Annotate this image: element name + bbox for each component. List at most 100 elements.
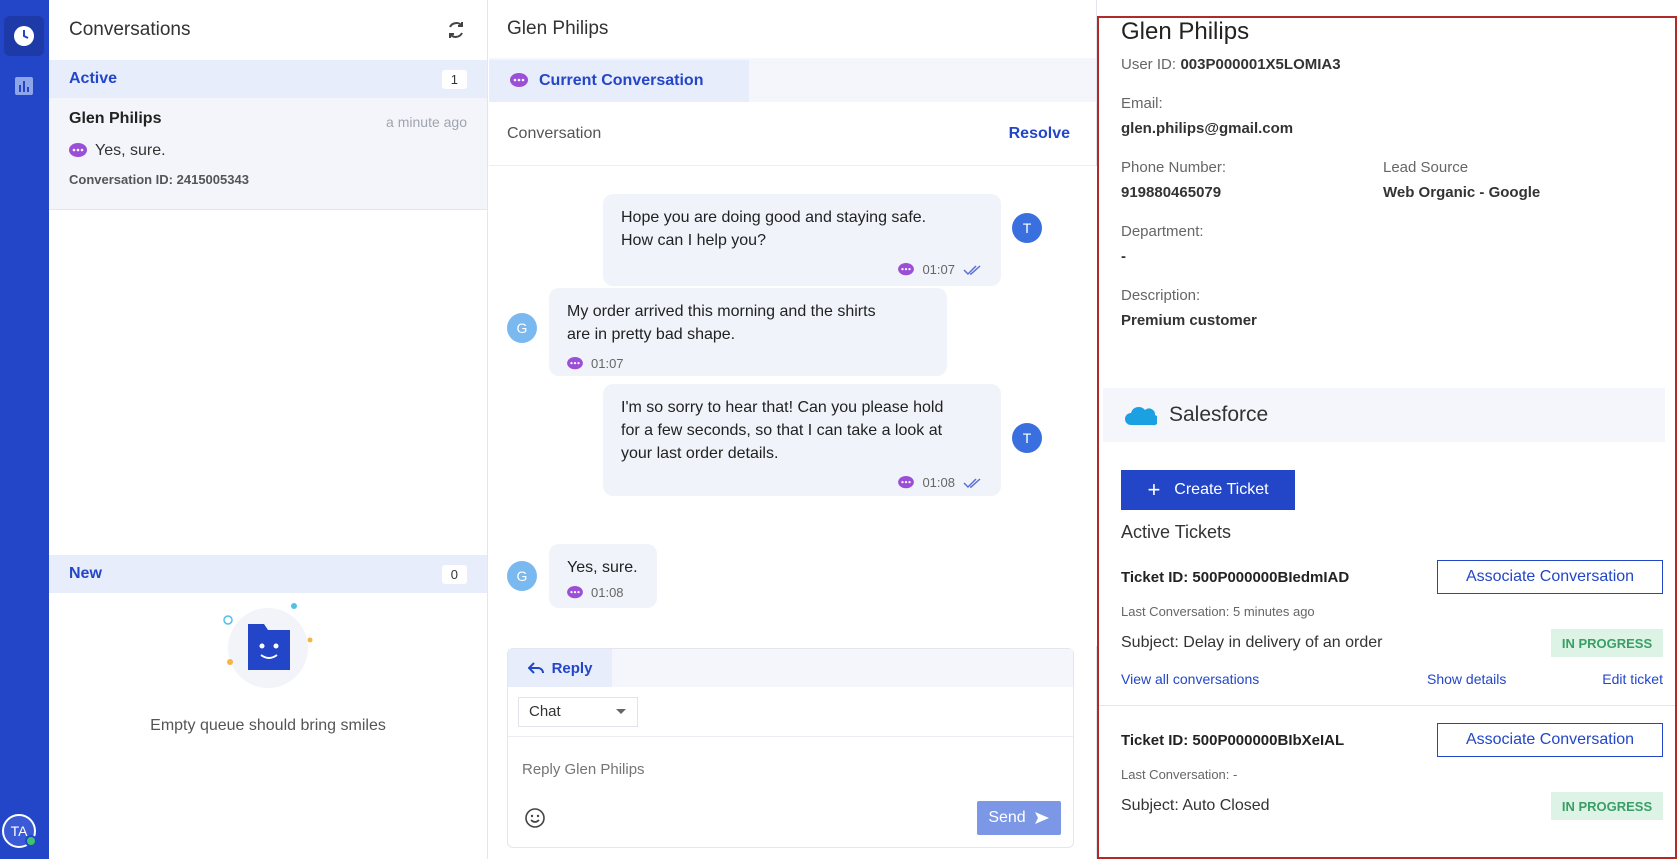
active-label: Active [69,70,118,87]
user-id-row: User ID: 003P000001X5LOMIA3 [1121,56,1341,74]
chat-bubble-icon [567,585,583,598]
status-badge: IN PROGRESS [1551,792,1663,820]
new-section-header[interactable]: New 0 [49,555,487,593]
active-section-header[interactable]: Active 1 [49,60,487,98]
email-value: glen.philips@gmail.com [1121,120,1294,137]
ticket-last-conversation: Last Conversation: 5 minutes ago [1121,604,1315,619]
tab-current-conversation[interactable]: Current Conversation [489,60,749,102]
reply-composer: Reply Chat Send [507,648,1074,848]
show-details-link[interactable]: Show details [1427,671,1506,687]
new-label: New [69,565,102,582]
double-check-icon [963,477,981,488]
message-time: 01:08 [922,475,955,490]
agent-avatar: T [1012,213,1042,243]
clock-icon [14,26,34,46]
avatar-initial: G [516,568,528,584]
new-count-badge: 0 [441,564,467,584]
salesforce-section-header: Salesforce [1103,388,1665,442]
lead-source-value: Web Organic - Google [1383,184,1541,201]
empty-queue: Empty queue should bring smiles [49,600,487,735]
nav-recent-button[interactable] [4,16,44,56]
conversation-label: Conversation [507,124,602,142]
nav-analytics-button[interactable] [4,66,44,106]
description-label: Description: [1121,287,1201,304]
edit-ticket-link[interactable]: Edit ticket [1602,671,1663,687]
create-ticket-label: Create Ticket [1174,481,1269,498]
channel-row: Chat [508,687,1073,737]
send-arrow-icon [1034,812,1049,824]
message-list: Hope you are doing good and staying safe… [489,166,1097,646]
conversations-title: Conversations [69,19,191,40]
status-badge: IN PROGRESS [1551,629,1663,657]
avatar-initial: T [1022,220,1032,236]
message-line: your last order details. [621,445,779,462]
reply-input[interactable] [522,749,1057,789]
send-label: Send [988,809,1026,826]
last-message-text: Yes, sure. [95,142,166,159]
active-count-badge: 1 [441,69,467,89]
message-line: How can I help you? [621,232,766,249]
create-ticket-button[interactable]: + Create Ticket [1121,470,1295,510]
message-meta: 01:07 [567,352,929,375]
message-line: Hope you are doing good and staying safe… [621,209,927,226]
channel-select[interactable]: Chat [518,696,638,727]
message-line: for a few seconds, so that I can take a … [621,422,943,439]
message-line: My order arrived this morning and the sh… [567,303,876,320]
chat-tab-row: Current Conversation [489,58,1096,102]
nav-rail: TA [0,0,49,859]
contact-details-panel: Glen Philips User ID: 003P000001X5LOMIA3… [1097,16,1677,859]
tab-reply[interactable]: Reply [508,649,612,687]
empty-queue-text: Empty queue should bring smiles [150,717,386,734]
associate-conversation-button[interactable]: Associate Conversation [1437,723,1663,757]
online-status-dot [25,835,37,847]
double-check-icon [963,264,981,275]
message-meta: 01:08 [567,581,639,604]
ticket-subject: Subject: Delay in delivery of an order [1121,634,1383,651]
conversations-header: Conversations [49,0,487,60]
reply-arrow-icon [527,662,544,674]
message-bubble-agent: I'm so sorry to hear that! Can you pleas… [603,384,1001,496]
empty-folder-illustration [223,603,313,688]
avatar-initial: G [516,320,528,336]
department-label: Department: [1121,223,1204,240]
message-bubble-customer: My order arrived this morning and the sh… [549,288,947,376]
user-initials: TA [10,823,28,839]
resolve-button[interactable]: Resolve [1009,125,1070,143]
chat-bubble-icon [510,73,528,87]
emoji-icon[interactable] [524,807,546,829]
contact-name: Glen Philips [1121,18,1250,45]
email-label: Email: [1121,95,1163,112]
message-bubble-agent: Hope you are doing good and staying safe… [603,194,1001,286]
conversation-list-item[interactable]: Glen Philips a minute ago Yes, sure. Con… [49,98,487,210]
ticket-subject: Subject: Auto Closed [1121,797,1270,814]
chat-bubble-icon [69,143,87,157]
user-avatar[interactable]: TA [2,814,37,848]
customer-avatar: G [507,561,537,591]
message-bubble-customer: Yes, sure. 01:08 [549,544,657,608]
active-tickets-heading: Active Tickets [1121,522,1232,542]
refresh-icon[interactable] [445,19,467,41]
chat-bubble-icon [898,262,915,275]
message-line: are in pretty bad shape. [567,326,736,343]
message-time: 01:08 [591,585,624,600]
ticket-last-conversation: Last Conversation: - [1121,767,1238,782]
send-button[interactable]: Send [977,801,1061,835]
associate-conversation-button[interactable]: Associate Conversation [1437,560,1663,594]
user-id-value: 003P000001X5LOMIA3 [1180,56,1341,73]
chevron-down-icon [616,708,626,714]
reply-tab-label: Reply [551,659,593,677]
description-value: Premium customer [1121,312,1257,329]
plus-icon: + [1147,477,1161,502]
phone-label: Phone Number: [1121,159,1227,176]
message-meta: 01:07 [621,258,983,281]
message-line: Yes, sure. [567,559,638,576]
message-line: I'm so sorry to hear that! Can you pleas… [621,399,944,416]
ticket-id: Ticket ID: 500P000000BIedmIAD [1121,569,1350,586]
conversation-id: Conversation ID: 2415005343 [69,172,249,187]
view-all-conversations-link[interactable]: View all conversations [1121,671,1259,687]
agent-avatar: T [1012,423,1042,453]
message-meta: 01:08 [621,471,983,494]
conversations-panel: Conversations Active 1 Glen Philips a mi… [49,0,488,859]
bar-chart-icon [15,77,33,95]
chat-bubble-icon [898,475,915,488]
